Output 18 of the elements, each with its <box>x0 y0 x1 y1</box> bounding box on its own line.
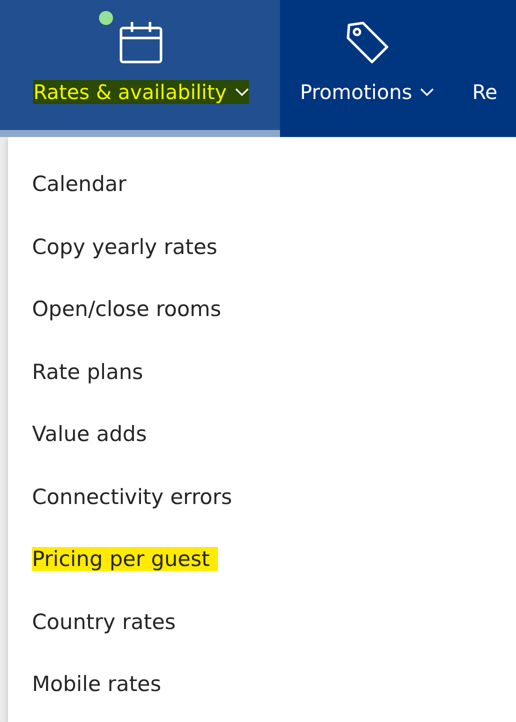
tag-icon <box>345 20 390 64</box>
tab-label: Promotions <box>300 80 434 104</box>
chevron-down-icon <box>420 88 434 96</box>
menu-item[interactable]: Pricing per guest <box>32 547 218 572</box>
menu-item[interactable]: Calendar <box>32 172 126 196</box>
menu-item[interactable]: Copy yearly rates <box>32 234 218 259</box>
tab-label: Rates & availability <box>33 80 249 104</box>
nav-tab[interactable]: Rates & availability <box>0 0 280 137</box>
menu-item[interactable]: Connectivity errors <box>32 484 232 509</box>
chevron-down-icon <box>234 88 249 96</box>
menu-item[interactable]: Mobile rates <box>32 672 162 696</box>
menu-item[interactable]: Value adds <box>32 422 147 446</box>
calendar-icon <box>119 20 163 64</box>
menu-item[interactable]: Open/close rooms <box>32 297 222 322</box>
menu-item[interactable]: Rate plans <box>32 360 144 384</box>
notification-dot <box>99 11 113 25</box>
tab-label: Re <box>472 80 498 104</box>
menu-item[interactable]: Country rates <box>32 610 176 634</box>
